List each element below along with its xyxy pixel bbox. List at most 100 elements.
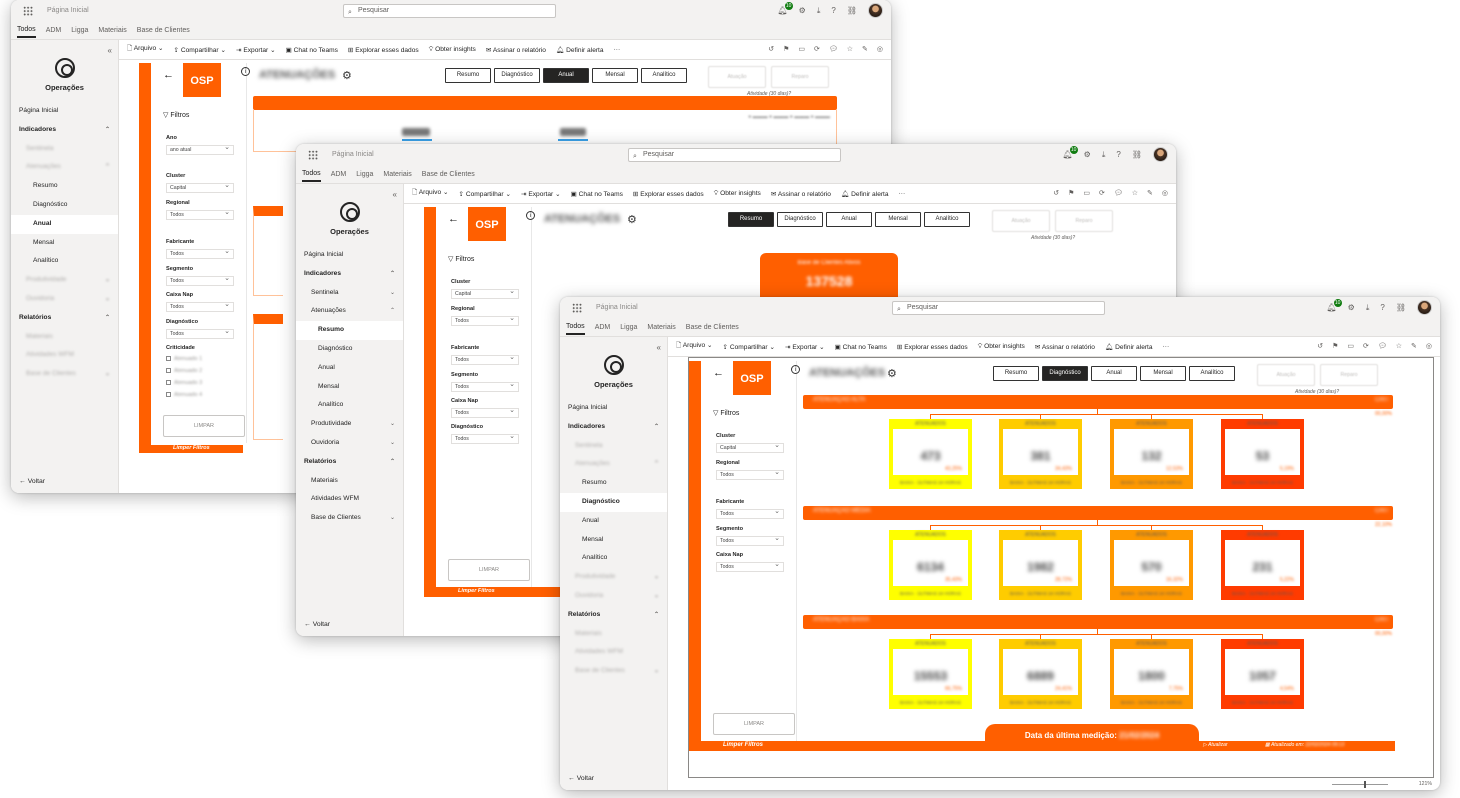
sidebar-item-mensal[interactable]: Mensal xyxy=(560,531,667,550)
reset-icon[interactable]: ↺ xyxy=(1053,189,1059,197)
avatar[interactable] xyxy=(1417,300,1432,315)
view-icon[interactable]: ▭ xyxy=(798,45,805,53)
sidebar-item-relatorios[interactable]: Relatórios ⌃ xyxy=(560,606,667,625)
sidebar-item-mensal[interactable]: Mensal xyxy=(11,234,118,253)
edit-icon[interactable]: ✎ xyxy=(862,45,868,53)
limpar-button[interactable]: LIMPAR xyxy=(448,559,530,581)
alerta-button[interactable]: 🔔︎ Definir alerta xyxy=(556,46,604,54)
explorar-button[interactable]: ⊞ Explorar esses dados xyxy=(897,343,968,351)
sidebar-item-anual[interactable]: Anual xyxy=(11,214,118,234)
chat-teams-button[interactable]: ▣ Chat no Teams xyxy=(286,46,338,54)
info-icon[interactable]: i xyxy=(241,67,250,76)
bookmark-icon[interactable]: ⚑ xyxy=(783,45,789,53)
reparo-button[interactable]: Reparo xyxy=(1320,364,1378,386)
exportar-menu[interactable]: ⇥ Exportar ⌄ xyxy=(521,190,561,198)
regional-dropdown[interactable]: Todos xyxy=(166,209,234,220)
kpi-card[interactable]: ATENUADOS 1982 28,72% BAIXA · ÚLTIMAS 24 HO… xyxy=(999,530,1082,600)
insights-button[interactable]: 💡︎ Obter insights xyxy=(429,46,476,54)
sidebar-item-analitico[interactable]: Analítico xyxy=(11,252,118,271)
sidebar-item-produtividade[interactable]: Produtividade ⌄ xyxy=(560,568,667,587)
sidebar-item-diagnostico[interactable]: Diagnóstico xyxy=(560,492,667,512)
tab-todos[interactable]: Todos xyxy=(566,320,585,335)
insights-button[interactable]: 💡︎ Obter insights xyxy=(714,190,761,198)
tab-resumo[interactable]: Resumo xyxy=(993,366,1039,381)
tab-base-clientes[interactable]: Base de Clientes xyxy=(686,321,739,334)
caixa-nap-dropdown[interactable]: Todos xyxy=(166,301,234,312)
arquivo-menu[interactable]: 🗋 Arquivo ⌄ xyxy=(127,44,164,55)
sidebar-item-atenuacoes[interactable]: Atenuações ⌃ xyxy=(11,158,118,177)
sidebar-item-anual[interactable]: Anual xyxy=(296,359,403,378)
arquivo-menu[interactable]: 🗋 Arquivo ⌄ xyxy=(412,188,449,199)
tab-diagnostico[interactable]: Diagnóstico xyxy=(777,212,823,227)
atuacao-button[interactable]: Atuação xyxy=(992,210,1050,232)
reset-icon[interactable]: ↺ xyxy=(768,45,774,53)
tab-analitico[interactable]: Analítico xyxy=(1189,366,1235,381)
sidebar-item-ouvidoria[interactable]: Ouvidoria ⌄ xyxy=(11,290,118,309)
sidebar-item-indicadores[interactable]: Indicadores ⌃ xyxy=(11,121,118,140)
zoom-slider[interactable] xyxy=(1332,781,1388,788)
assinar-button[interactable]: ✉ Assinar o relatório xyxy=(1035,343,1095,351)
caixa-nap-dropdown[interactable]: Todos xyxy=(716,561,784,572)
atuacao-button[interactable]: Atuação xyxy=(708,66,766,88)
tab-anual[interactable]: Anual xyxy=(1091,366,1137,381)
sidebar-item-pagina-inicial[interactable]: Página Inicial xyxy=(11,102,118,121)
alerta-button[interactable]: 🔔︎ Definir alerta xyxy=(841,190,889,198)
tab-ligga[interactable]: Ligga xyxy=(71,24,88,37)
sidebar-item-base-clientes[interactable]: Base de Clientes ⌄ xyxy=(296,509,403,528)
back-arrow-icon[interactable]: ← xyxy=(448,213,459,225)
voltar-link[interactable]: ← Voltar xyxy=(304,621,330,628)
app-launcher-icon[interactable] xyxy=(308,150,318,160)
search-input[interactable]: ⌕ Pesquisar xyxy=(628,148,841,162)
sidebar-item-atenuacoes[interactable]: Atenuações ⌃ xyxy=(296,302,403,321)
sidebar-item-sentinela[interactable]: Sentinela xyxy=(560,437,667,456)
segmento-dropdown[interactable]: Todos xyxy=(451,381,519,392)
segmento-dropdown[interactable]: Todos xyxy=(166,275,234,286)
criticidade-option[interactable]: Atenuado 2 xyxy=(166,368,202,374)
share-link-icon[interactable]: ⛓ xyxy=(847,6,857,15)
sidebar-item-pagina-inicial[interactable]: Página Inicial xyxy=(296,246,403,265)
cluster-dropdown[interactable]: Capital xyxy=(166,182,234,193)
sidebar-item-sentinela[interactable]: Sentinela xyxy=(11,140,118,159)
favorite-icon[interactable]: ☆ xyxy=(1132,189,1138,197)
tab-analitico[interactable]: Analítico xyxy=(641,68,687,83)
fabricante-dropdown[interactable]: Todos xyxy=(716,508,784,519)
diagnostico-dropdown[interactable]: Todos xyxy=(451,433,519,444)
kpi-card[interactable]: ATENUADOS 6889 24,41% BAIXA · ÚLTIMAS 24 HO… xyxy=(999,639,1082,709)
criticidade-option[interactable]: Atenuado 3 xyxy=(166,380,202,386)
kpi-card[interactable]: ATENUADOS 231 5,22% BAIXA · ÚLTIMAS 24 HORA… xyxy=(1221,530,1304,600)
app-launcher-icon[interactable] xyxy=(572,303,582,313)
sidebar-item-resumo[interactable]: Resumo xyxy=(560,474,667,493)
voltar-link[interactable]: ← Voltar xyxy=(568,775,594,782)
copilot-icon[interactable]: ◎ xyxy=(877,45,883,53)
tab-ligga[interactable]: Ligga xyxy=(356,168,373,181)
notifications-icon[interactable]: 🔔︎ 10 xyxy=(1063,146,1078,159)
more-button[interactable]: ··· xyxy=(1163,343,1170,350)
help-icon[interactable]: ? xyxy=(831,6,835,15)
help-icon[interactable]: ? xyxy=(1380,303,1384,312)
alerta-button[interactable]: 🔔︎ Definir alerta xyxy=(1105,343,1153,351)
compartilhar-menu[interactable]: ⇪ Compartilhar ⌄ xyxy=(174,46,226,54)
favorite-icon[interactable]: ☆ xyxy=(847,45,853,53)
avatar[interactable] xyxy=(1153,147,1168,162)
breadcrumb[interactable]: Página Inicial xyxy=(47,7,89,14)
share-link-icon[interactable]: ⛓ xyxy=(1132,150,1142,159)
sidebar-item-base-clientes[interactable]: Base de Clientes ⌄ xyxy=(560,662,667,681)
tab-mensal[interactable]: Mensal xyxy=(592,68,638,83)
tab-resumo[interactable]: Resumo xyxy=(728,212,774,227)
view-icon[interactable]: ▭ xyxy=(1083,189,1090,197)
breadcrumb[interactable]: Página Inicial xyxy=(332,151,374,158)
download-icon[interactable]: ⤓ xyxy=(817,6,821,16)
sidebar-item-atenuacoes[interactable]: Atenuações ⌃ xyxy=(560,455,667,474)
copilot-icon[interactable]: ◎ xyxy=(1162,189,1168,197)
chat-teams-button[interactable]: ▣ Chat no Teams xyxy=(835,343,887,351)
zoom-level[interactable]: 121% xyxy=(1419,781,1432,787)
comment-icon[interactable]: 💬︎ xyxy=(1378,342,1387,350)
back-arrow-icon[interactable]: ← xyxy=(163,69,174,81)
atuacao-button[interactable]: Atuação xyxy=(1257,364,1315,386)
sidebar-item-analitico[interactable]: Analítico xyxy=(560,549,667,568)
kpi-card[interactable]: ATENUADOS 6134 35,43% BAIXA · ÚLTIMAS 24 HO… xyxy=(889,530,972,600)
kpi-card[interactable]: ATENUADOS 15553 66,75% BAIXA · ÚLTIMAS 24 H… xyxy=(889,639,972,709)
cluster-dropdown[interactable]: Capital xyxy=(451,288,519,299)
assinar-button[interactable]: ✉ Assinar o relatório xyxy=(486,46,546,54)
fabricante-dropdown[interactable]: Todos xyxy=(166,248,234,259)
